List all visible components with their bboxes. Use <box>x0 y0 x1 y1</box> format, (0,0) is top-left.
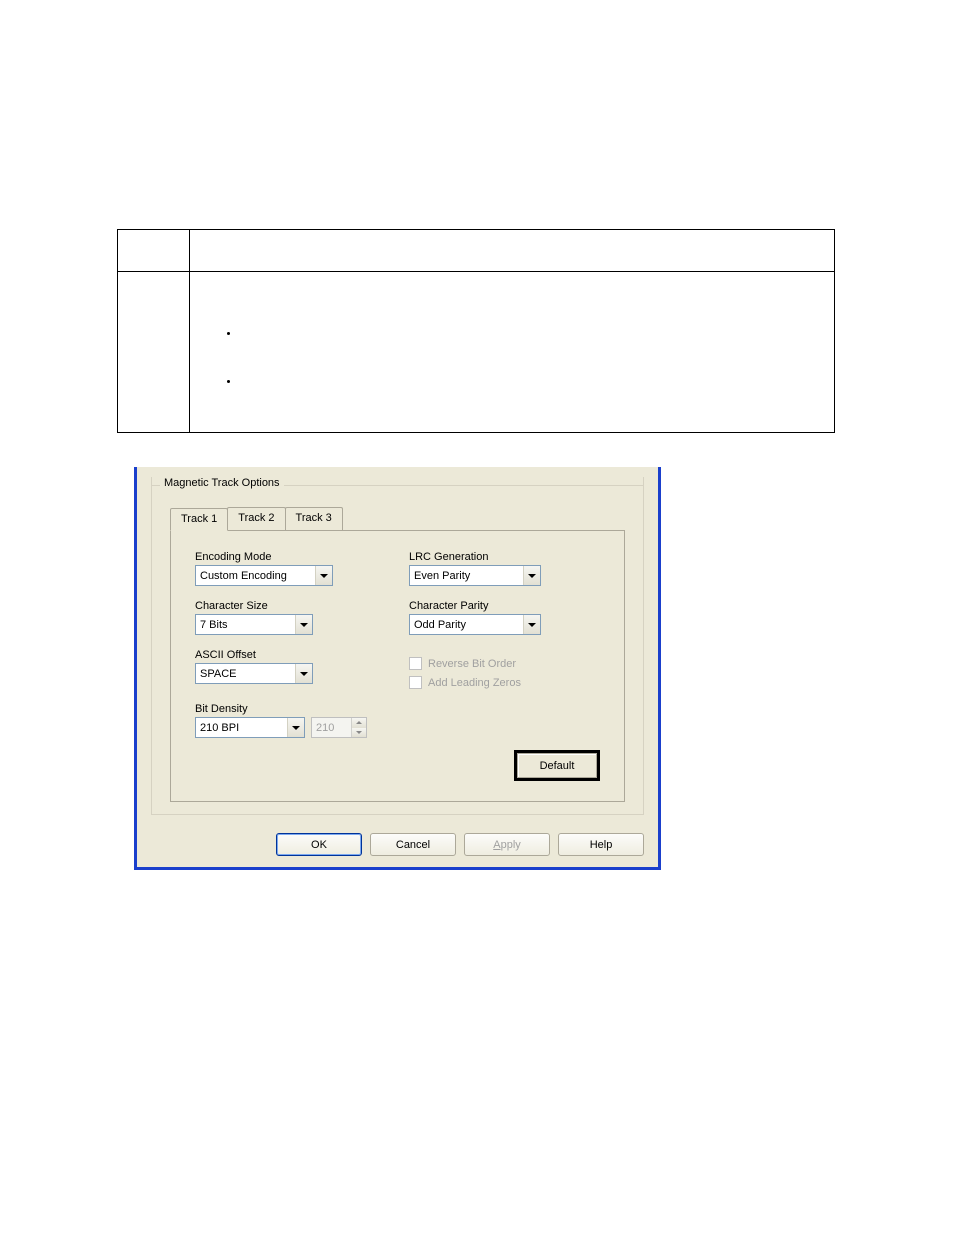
tab-body: Encoding Mode Custom Encoding LRC Genera… <box>170 530 625 802</box>
bullet-item <box>240 376 824 424</box>
bit-density-value: 210 BPI <box>196 718 287 737</box>
table-header-left <box>118 230 190 272</box>
ascii-offset-field: ASCII Offset SPACE <box>195 649 367 689</box>
default-button[interactable]: Default <box>517 753 597 778</box>
add-leading-zeros-label: Add Leading Zeros <box>428 677 521 689</box>
spinner-up-icon <box>352 718 366 728</box>
character-size-label: Character Size <box>195 600 367 612</box>
encoding-mode-label: Encoding Mode <box>195 551 367 563</box>
lrc-generation-value: Even Parity <box>410 566 523 585</box>
bullet-list <box>240 328 824 424</box>
lrc-generation-field: LRC Generation Even Parity <box>409 551 581 586</box>
ascii-offset-dropdown[interactable]: SPACE <box>195 663 313 684</box>
spinner-down-icon <box>352 728 366 738</box>
dialog-button-bar: OK Cancel Apply Help <box>276 833 644 856</box>
encoding-mode-field: Encoding Mode Custom Encoding <box>195 551 367 586</box>
default-button-highlight: Default <box>514 750 600 781</box>
tab-track3[interactable]: Track 3 <box>285 507 343 530</box>
checkbox-area: Reverse Bit Order Add Leading Zeros <box>409 653 581 689</box>
description-table <box>117 229 835 433</box>
dropdown-arrow-icon <box>523 566 540 585</box>
bullet-item <box>240 328 824 376</box>
checkbox-icon <box>409 676 422 689</box>
dropdown-arrow-icon <box>295 615 312 634</box>
character-size-field: Character Size 7 Bits <box>195 600 367 635</box>
table-cell-left <box>118 272 190 433</box>
character-parity-label: Character Parity <box>409 600 581 612</box>
reverse-bit-order-checkbox: Reverse Bit Order <box>409 657 581 670</box>
character-size-dropdown[interactable]: 7 Bits <box>195 614 313 635</box>
dropdown-arrow-icon <box>295 664 312 683</box>
lrc-generation-label: LRC Generation <box>409 551 581 563</box>
encoding-mode-value: Custom Encoding <box>196 566 315 585</box>
bit-density-dropdown[interactable]: 210 BPI <box>195 717 305 738</box>
character-size-value: 7 Bits <box>196 615 295 634</box>
bit-density-spinner-value: 210 <box>312 718 351 737</box>
cancel-button[interactable]: Cancel <box>370 833 456 856</box>
reverse-bit-order-label: Reverse Bit Order <box>428 658 516 670</box>
dropdown-arrow-icon <box>315 566 332 585</box>
tab-row: Track 1 Track 2 Track 3 <box>170 507 625 530</box>
bit-density-spinner: 210 <box>311 717 367 738</box>
table-header-right <box>190 230 835 272</box>
checkbox-icon <box>409 657 422 670</box>
field-grid: Encoding Mode Custom Encoding LRC Genera… <box>195 551 600 738</box>
tab-track2[interactable]: Track 2 <box>227 507 285 530</box>
tab-container: Track 1 Track 2 Track 3 Encoding Mode Cu… <box>170 507 625 802</box>
ascii-offset-label: ASCII Offset <box>195 649 367 661</box>
ok-button[interactable]: OK <box>276 833 362 856</box>
help-button[interactable]: Help <box>558 833 644 856</box>
magnetic-track-options-group: Magnetic Track Options Track 1 Track 2 T… <box>151 477 644 815</box>
groupbox-legend: Magnetic Track Options <box>160 477 284 489</box>
bit-density-label: Bit Density <box>195 703 367 715</box>
tab-track1[interactable]: Track 1 <box>170 508 228 531</box>
character-parity-value: Odd Parity <box>410 615 523 634</box>
encoding-mode-dropdown[interactable]: Custom Encoding <box>195 565 333 586</box>
dropdown-arrow-icon <box>287 718 304 737</box>
bit-density-field: Bit Density 210 BPI 210 <box>195 703 367 738</box>
character-parity-field: Character Parity Odd Parity <box>409 600 581 635</box>
apply-button: Apply <box>464 833 550 856</box>
character-parity-dropdown[interactable]: Odd Parity <box>409 614 541 635</box>
dropdown-arrow-icon <box>523 615 540 634</box>
dialog-window: Magnetic Track Options Track 1 Track 2 T… <box>134 467 661 870</box>
ascii-offset-value: SPACE <box>196 664 295 683</box>
lrc-generation-dropdown[interactable]: Even Parity <box>409 565 541 586</box>
add-leading-zeros-checkbox: Add Leading Zeros <box>409 676 581 689</box>
table-cell-right <box>190 272 835 433</box>
